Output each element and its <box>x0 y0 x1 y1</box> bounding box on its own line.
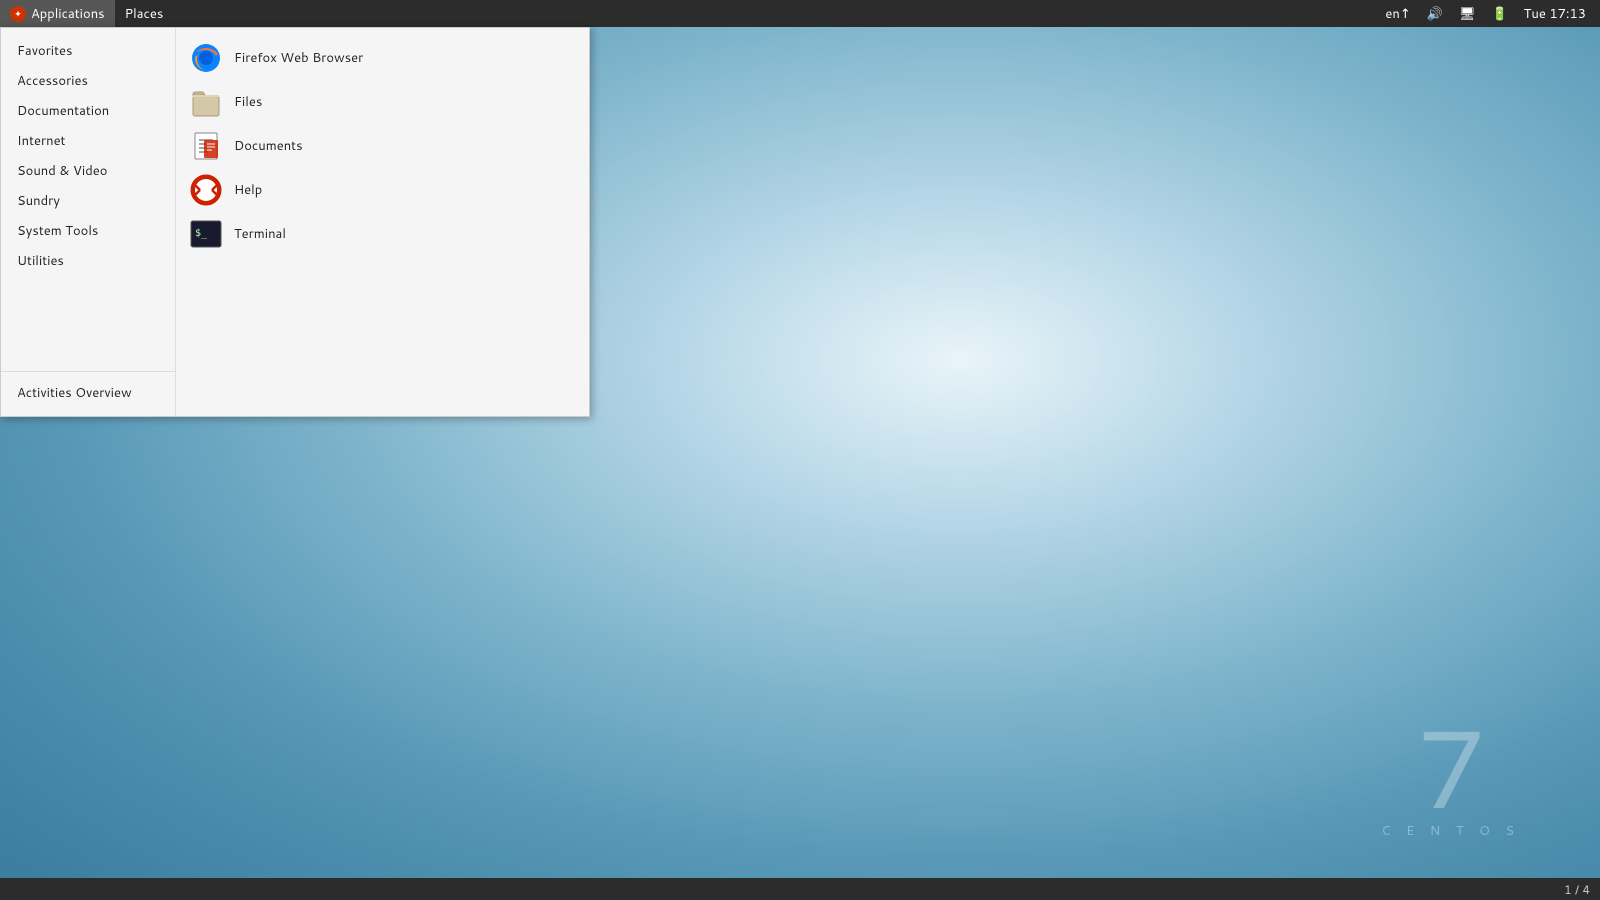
app-item-documents[interactable]: Documents <box>176 124 589 168</box>
files-icon <box>190 86 222 118</box>
menu-category-documentation[interactable]: Documentation <box>1 96 175 126</box>
places-menu-button[interactable]: Places <box>115 0 174 27</box>
app-item-help[interactable]: Help <box>176 168 589 212</box>
menu-category-sundry[interactable]: Sundry <box>1 186 175 216</box>
panel-left: ✦ Applications Places <box>0 0 1381 27</box>
app-label-firefox: Firefox Web Browser <box>234 49 363 67</box>
applications-menu: Favorites Accessories Documentation Inte… <box>0 27 590 417</box>
app-item-firefox[interactable]: Firefox Web Browser <box>176 36 589 80</box>
clock[interactable]: Tue 17:13 <box>1520 5 1590 23</box>
menu-sidebar: Favorites Accessories Documentation Inte… <box>1 28 176 416</box>
status-bar: 1 / 4 <box>0 878 1600 900</box>
places-label: Places <box>125 5 164 23</box>
help-icon <box>190 174 222 206</box>
terminal-icon: $_ <box>190 218 222 250</box>
menu-category-accessories[interactable]: Accessories <box>1 66 175 96</box>
app-item-terminal[interactable]: $_ Terminal <box>176 212 589 256</box>
app-label-terminal: Terminal <box>234 225 286 243</box>
menu-category-sound-video[interactable]: Sound & Video <box>1 156 175 186</box>
app-label-help: Help <box>234 181 262 199</box>
documents-icon <box>190 130 222 162</box>
keyboard-layout-indicator[interactable]: en↑ <box>1381 5 1414 23</box>
top-panel: ✦ Applications Places en↑ 🔊 🖥 🔋 Tue 17:1… <box>0 0 1600 27</box>
svg-text:$_: $_ <box>195 228 208 239</box>
firefox-icon <box>190 42 222 74</box>
battery-icon[interactable]: 🔋 <box>1487 5 1511 23</box>
menu-category-system-tools[interactable]: System Tools <box>1 216 175 246</box>
page-indicator: 1 / 4 <box>1554 881 1600 898</box>
menu-category-utilities[interactable]: Utilities <box>1 246 175 276</box>
app-label-files: Files <box>234 93 262 111</box>
centos-watermark: 7 C E N T O S <box>1381 712 1520 840</box>
applications-label: Applications <box>31 5 105 23</box>
app-item-files[interactable]: Files <box>176 80 589 124</box>
applications-icon: ✦ <box>10 6 26 22</box>
desktop: ✦ Applications Places en↑ 🔊 🖥 🔋 Tue 17:1… <box>0 0 1600 900</box>
applications-menu-button[interactable]: ✦ Applications <box>0 0 115 27</box>
app-label-documents: Documents <box>234 137 303 155</box>
menu-sidebar-bottom: Activities Overview <box>1 371 175 408</box>
activities-overview-button[interactable]: Activities Overview <box>1 378 175 408</box>
centos-seven: 7 <box>1381 712 1520 822</box>
menu-category-favorites[interactable]: Favorites <box>1 36 175 66</box>
menu-category-internet[interactable]: Internet <box>1 126 175 156</box>
display-icon[interactable]: 🖥 <box>1455 5 1480 23</box>
menu-apps-panel: Firefox Web Browser Files <box>176 28 589 416</box>
volume-icon[interactable]: 🔊 <box>1423 5 1447 23</box>
centos-name: C E N T O S <box>1381 822 1520 840</box>
panel-right: en↑ 🔊 🖥 🔋 Tue 17:13 <box>1381 5 1600 23</box>
